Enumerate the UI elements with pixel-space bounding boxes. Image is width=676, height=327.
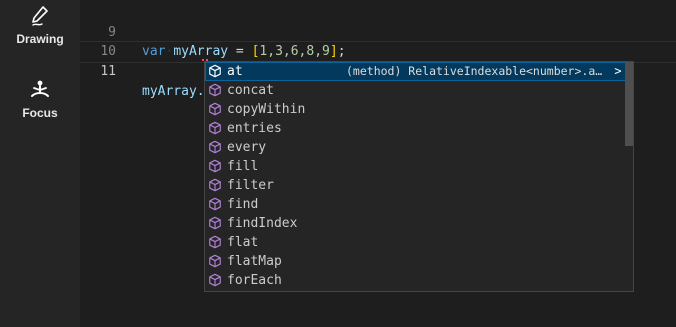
suggestion-item-findindex[interactable]: findIndex: [205, 214, 627, 233]
suggestion-item-flat[interactable]: flat: [205, 233, 627, 252]
suggestion-scrollbar[interactable]: [625, 62, 633, 291]
meditation-icon: [31, 80, 49, 97]
method-icon: [209, 235, 221, 249]
suggestion-label: find: [227, 197, 259, 212]
suggestion-item-every[interactable]: every: [205, 138, 627, 157]
suggestion-label: every: [227, 140, 267, 155]
suggestion-item-flatmap[interactable]: flatMap: [205, 252, 627, 271]
app-root: Drawing Focus 9 var·myArray = [1,3,6,8,9…: [0, 0, 676, 327]
code-line[interactable]: 9 var·myArray = [1,3,6,8,9];: [80, 4, 676, 59]
method-icon: [209, 178, 221, 192]
suggestion-item-concat[interactable]: concat: [205, 81, 627, 100]
method-icon: [209, 140, 221, 154]
suggestion-label: forEach: [227, 273, 282, 288]
suggestion-item-entries[interactable]: entries: [205, 119, 627, 138]
suggestion-item-foreach[interactable]: forEach: [205, 271, 627, 290]
suggestion-label: concat: [227, 83, 274, 98]
sidebar-item-label: Drawing: [16, 32, 64, 46]
method-icon: [209, 159, 221, 173]
suggestion-item-filter[interactable]: filter: [205, 176, 627, 195]
line-number: 11: [100, 64, 116, 79]
suggestion-label: copyWithin: [227, 102, 306, 117]
method-icon: [209, 197, 221, 211]
sidebar-item-label: Focus: [22, 106, 58, 120]
suggestion-label: flat: [227, 235, 259, 250]
suggestion-label: fill: [227, 159, 259, 174]
method-icon: [209, 121, 221, 135]
activity-sidebar: Drawing Focus: [0, 0, 80, 327]
method-icon: [209, 216, 221, 230]
method-icon: [209, 83, 221, 97]
suggestion-label: entries: [227, 121, 282, 136]
suggestion-widget[interactable]: at (method) RelativeIndexable<number>.at(…: [204, 61, 634, 292]
suggestion-item-at[interactable]: at (method) RelativeIndexable<number>.at(…: [205, 62, 627, 81]
method-icon: [209, 254, 221, 268]
current-code-line[interactable]: 11 myArray.: [80, 41, 676, 99]
suggestion-label: at: [227, 64, 243, 79]
method-icon: [209, 102, 221, 116]
scrollbar-thumb[interactable]: [625, 62, 633, 146]
sidebar-item-focus[interactable]: Focus: [0, 78, 80, 120]
suggestion-item-fill[interactable]: fill: [205, 157, 627, 176]
suggestion-item-find[interactable]: find: [205, 195, 627, 214]
suggestion-label: findIndex: [227, 216, 298, 231]
code-input-text: myArray.: [142, 84, 205, 99]
method-icon: [209, 273, 221, 287]
suggestion-item-copywithin[interactable]: copyWithin: [205, 100, 627, 119]
suggestion-label: flatMap: [227, 254, 282, 269]
sidebar-item-drawing[interactable]: Drawing: [0, 4, 80, 46]
read-more-chevron-icon[interactable]: >: [612, 62, 624, 81]
suggestion-label: filter: [227, 178, 274, 193]
suggestion-detail: (method) RelativeIndexable<number>.at(in…: [346, 64, 608, 78]
code-text[interactable]: myArray.: [142, 82, 208, 102]
method-icon: [209, 64, 221, 78]
pen-icon: [32, 6, 48, 26]
code-line[interactable]: 10: [80, 23, 676, 59]
